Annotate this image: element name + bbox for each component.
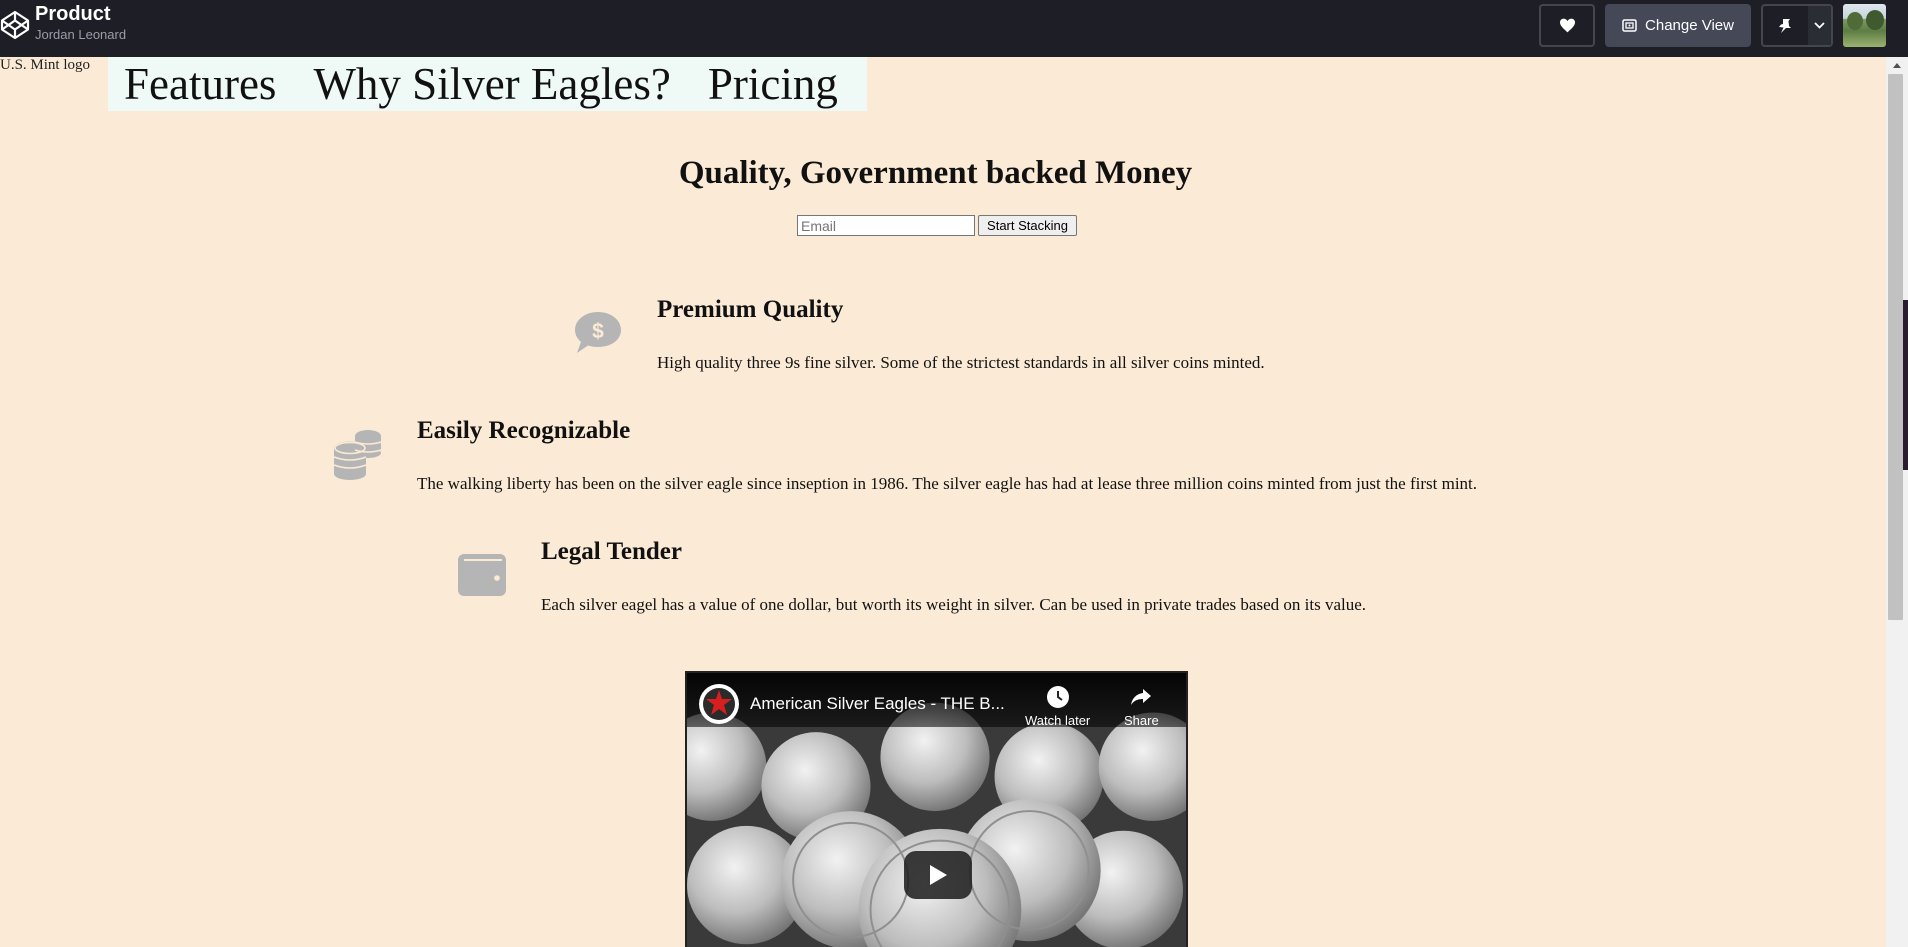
- change-view-button[interactable]: Change View: [1605, 4, 1751, 47]
- email-field[interactable]: [797, 215, 975, 236]
- share-button[interactable]: Share: [1124, 685, 1159, 728]
- pin-toggle[interactable]: [1763, 6, 1808, 45]
- avatar-tree: [1866, 10, 1884, 30]
- feature-text-legal-tender: Each silver eagel has a value of one dol…: [541, 595, 1367, 614]
- pen-title[interactable]: Product: [35, 2, 126, 26]
- feature-title-premium-quality: Premium Quality: [657, 296, 844, 323]
- channel-avatar-icon[interactable]: [699, 684, 739, 724]
- user-avatar[interactable]: [1843, 4, 1886, 47]
- codepen-logo-icon[interactable]: [0, 10, 30, 40]
- dollar-speech-bubble-icon: $: [575, 312, 621, 353]
- nav-link-features[interactable]: Features: [124, 61, 276, 107]
- love-button[interactable]: [1539, 4, 1595, 47]
- pen-title-block: Product Jordan Leonard: [35, 2, 126, 44]
- watch-later-button[interactable]: Watch later: [1025, 685, 1090, 728]
- scroll-up-arrow[interactable]: [1886, 57, 1908, 73]
- change-view-icon: [1622, 19, 1637, 32]
- pin-menu-toggle[interactable]: [1807, 6, 1831, 45]
- scrollbar-thumb[interactable]: [1888, 74, 1903, 620]
- clock-icon: [1046, 686, 1069, 708]
- share-icon: [1131, 689, 1152, 705]
- editor-header: Product Jordan Leonard Change View: [0, 0, 1908, 57]
- nav-link-pricing[interactable]: Pricing: [708, 61, 838, 107]
- watch-later-label: Watch later: [1025, 713, 1091, 728]
- window-edge: [1903, 300, 1908, 470]
- feature-text-easily-recognizable: The walking liberty has been on the silv…: [417, 474, 1478, 493]
- pen-author[interactable]: Jordan Leonard: [35, 26, 126, 44]
- share-label: Share: [1124, 713, 1159, 728]
- nav-link-why-silver-eagles[interactable]: Why Silver Eagles?: [313, 61, 670, 107]
- heart-icon: [1559, 18, 1575, 33]
- avatar-tree: [1847, 12, 1863, 30]
- change-view-label: Change View: [1645, 17, 1734, 34]
- svg-text:$: $: [592, 320, 604, 343]
- wallet-icon: [458, 554, 506, 596]
- hero-title: Quality, Government backed Money: [678, 155, 1193, 191]
- nav-bar: Features Why Silver Eagles? Pricing: [108, 57, 867, 111]
- pin-icon: [1779, 18, 1792, 33]
- pin-button[interactable]: [1761, 4, 1833, 47]
- chevron-down-icon: [1814, 22, 1825, 29]
- mint-logo-image: U.S. Mint logo: [0, 57, 91, 73]
- feature-title-easily-recognizable: Easily Recognizable: [417, 417, 631, 444]
- youtube-video-embed[interactable]: American Silver Eagles - THE B... Watch …: [685, 671, 1188, 947]
- play-button[interactable]: [904, 851, 972, 899]
- start-stacking-button[interactable]: Start Stacking: [978, 215, 1077, 236]
- video-title[interactable]: American Silver Eagles - THE B...: [750, 694, 1005, 714]
- feature-title-legal-tender: Legal Tender: [541, 538, 682, 565]
- play-icon: [930, 865, 947, 885]
- coins-stack-icon: [333, 430, 382, 480]
- feature-text-premium-quality: High quality three 9s fine silver. Some …: [657, 353, 1265, 372]
